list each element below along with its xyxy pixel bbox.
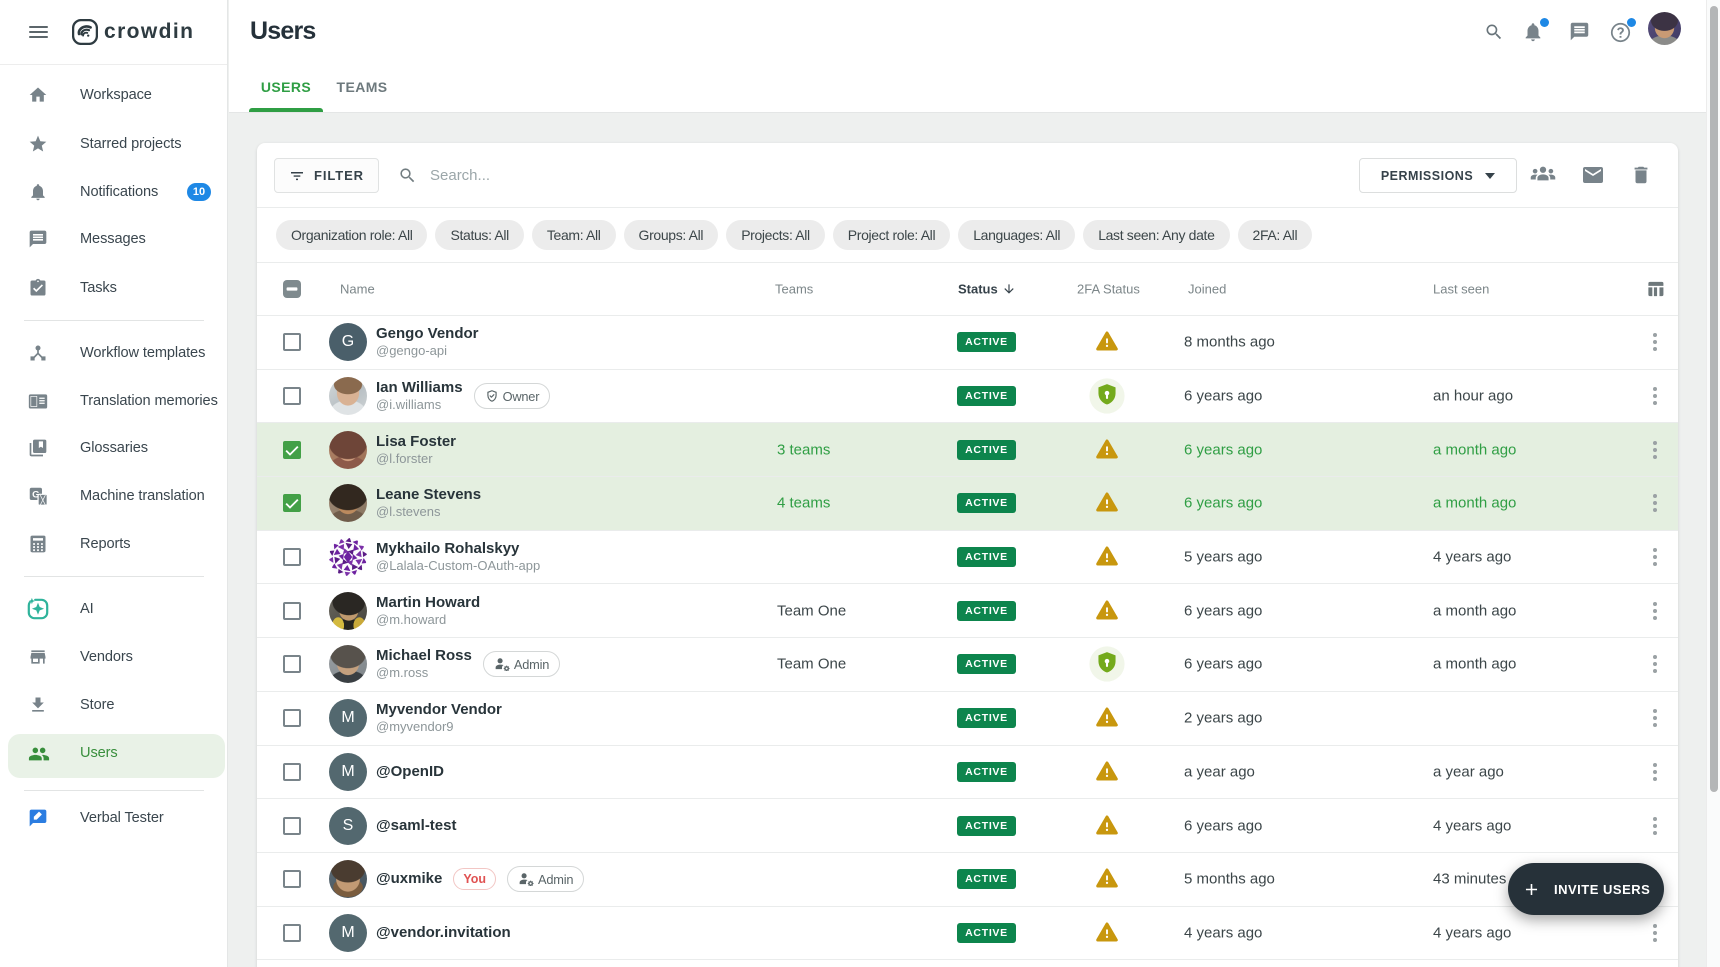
svg-text:╳: ╳ [39,494,46,504]
